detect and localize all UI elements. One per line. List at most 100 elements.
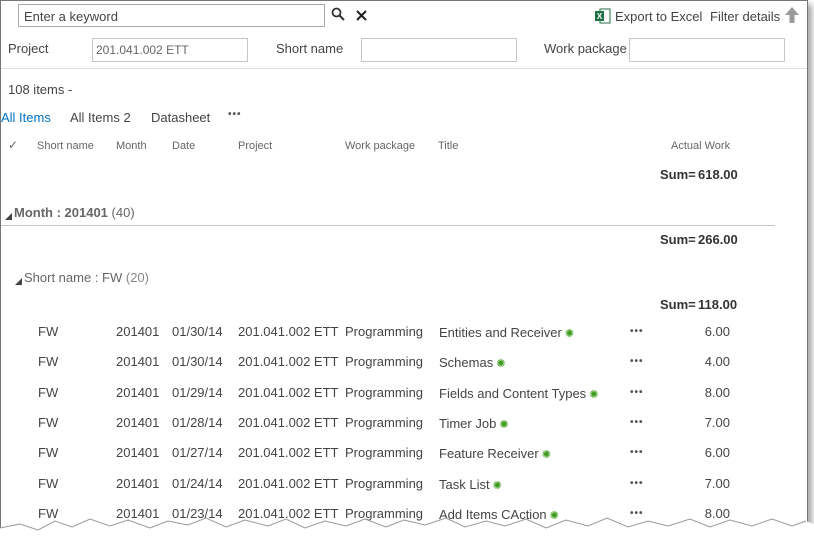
column-header-workpackage[interactable]: Work package	[345, 140, 415, 152]
row-project-cell: 201.041.002 ETT	[238, 324, 339, 339]
row-month-cell: 201401	[116, 445, 160, 460]
column-header-date[interactable]: Date	[172, 140, 195, 152]
month-group-header[interactable]: Month : 201401 (40)	[14, 205, 135, 220]
new-item-icon: ✺	[564, 328, 575, 340]
workpackage-filter-label: Work package	[544, 41, 627, 56]
view-all-items[interactable]: All Items	[1, 110, 51, 125]
row-actual-work-cell: 7.00	[704, 476, 730, 491]
select-all-check-icon[interactable]: ✓	[8, 138, 18, 152]
shortname-group-header[interactable]: Short name : FW (20)	[24, 270, 149, 285]
month-sum-value: 266.00	[698, 232, 738, 247]
new-item-icon: ✺	[492, 480, 502, 492]
row-title-link[interactable]: Fields and Content Types ✺	[439, 386, 598, 401]
row-workpackage-cell: Programming	[345, 445, 424, 460]
app-window: Enter a keyword X Export to Excel Filter…	[0, 0, 808, 539]
row-date-cell: 01/23/14	[172, 506, 223, 521]
row-project-cell: 201.041.002 ETT	[238, 385, 339, 400]
item-count: 108 items -	[8, 82, 73, 97]
row-title-link[interactable]: Add Items CAction ✺	[439, 507, 559, 522]
project-filter-label: Project	[8, 41, 49, 56]
month-group-label: Month : 201401	[14, 205, 108, 220]
row-title-link[interactable]: Timer Job ✺	[439, 416, 509, 431]
arrow-up-icon[interactable]	[784, 6, 800, 27]
row-shortname-cell: FW	[38, 324, 59, 339]
excel-icon[interactable]: X	[595, 8, 611, 27]
month-group-count: (40)	[111, 205, 135, 220]
row-date-cell: 01/30/14	[172, 354, 223, 369]
more-views-button[interactable]: •••	[228, 109, 242, 120]
svg-text:X: X	[597, 12, 603, 21]
row-shortname-cell: FW	[38, 445, 59, 460]
column-header-actual-work[interactable]: Actual Work	[671, 140, 730, 152]
total-sum-label: Sum=	[660, 167, 696, 182]
row-workpackage-cell: Programming	[345, 506, 424, 521]
column-header-month[interactable]: Month	[116, 140, 147, 152]
row-date-cell: 01/28/14	[172, 415, 223, 430]
row-more-options-button[interactable]: •••	[630, 508, 644, 519]
row-month-cell: 201401	[116, 415, 160, 430]
row-actual-work-cell: 8.00	[704, 506, 730, 521]
row-title-text: Timer Job	[439, 416, 497, 431]
collapse-triangle-icon[interactable]	[15, 273, 22, 288]
row-project-cell: 201.041.002 ETT	[238, 445, 339, 460]
row-title-text: Schemas	[439, 355, 494, 370]
row-shortname-cell: FW	[38, 385, 59, 400]
row-actual-work-cell: 6.00	[704, 445, 730, 460]
row-more-options-button[interactable]: •••	[630, 447, 644, 458]
row-actual-work-cell: 7.00	[704, 415, 730, 430]
export-to-excel-link[interactable]: Export to Excel	[615, 9, 702, 24]
new-item-icon: ✺	[549, 510, 559, 522]
row-workpackage-cell: Programming	[345, 354, 424, 369]
row-project-cell: 201.041.002 ETT	[238, 476, 339, 491]
new-item-icon: ✺	[496, 358, 506, 370]
row-date-cell: 01/29/14	[172, 385, 223, 400]
row-date-cell: 01/27/14	[172, 445, 223, 460]
row-actual-work-cell: 6.00	[704, 324, 730, 339]
view-all-items-2[interactable]: All Items 2	[70, 110, 131, 125]
row-title-link[interactable]: Entities and Receiver ✺	[439, 325, 574, 340]
row-title-text: Add Items CAction	[439, 507, 547, 522]
view-datasheet[interactable]: Datasheet	[151, 110, 210, 125]
row-more-options-button[interactable]: •••	[630, 417, 644, 428]
row-project-cell: 201.041.002 ETT	[238, 506, 339, 521]
row-workpackage-cell: Programming	[345, 415, 424, 430]
row-month-cell: 201401	[116, 506, 160, 521]
row-shortname-cell: FW	[38, 415, 59, 430]
row-more-options-button[interactable]: •••	[630, 387, 644, 398]
row-title-link[interactable]: Task List ✺	[439, 477, 502, 492]
row-more-options-button[interactable]: •••	[630, 356, 644, 367]
filter-details-link[interactable]: Filter details	[710, 9, 780, 24]
new-item-icon: ✺	[541, 449, 551, 461]
shortname-filter-input[interactable]	[361, 38, 517, 62]
row-month-cell: 201401	[116, 385, 160, 400]
clear-icon[interactable]	[356, 8, 367, 24]
row-title-text: Fields and Content Types	[439, 386, 587, 401]
row-actual-work-cell: 8.00	[704, 385, 730, 400]
total-sum-value: 618.00	[698, 167, 738, 182]
month-sum-label: Sum=	[660, 232, 696, 247]
row-title-link[interactable]: Schemas ✺	[439, 355, 505, 370]
workpackage-filter-input[interactable]	[629, 38, 785, 62]
shortname-filter-label: Short name	[276, 41, 344, 56]
shortname-sum-label: Sum=	[660, 297, 696, 312]
search-input[interactable]: Enter a keyword	[18, 4, 325, 27]
new-item-icon: ✺	[499, 419, 509, 431]
row-month-cell: 201401	[116, 476, 160, 491]
row-shortname-cell: FW	[38, 476, 59, 491]
row-title-link[interactable]: Feature Receiver ✺	[439, 446, 551, 461]
column-header-title[interactable]: Title	[438, 140, 458, 152]
column-header-project[interactable]: Project	[238, 140, 272, 152]
shortname-sum-value: 118.00	[698, 297, 738, 312]
project-filter-input[interactable]: 201.041.002 ETT	[92, 38, 248, 62]
row-project-cell: 201.041.002 ETT	[238, 415, 339, 430]
row-date-cell: 01/30/14	[172, 324, 223, 339]
column-header-shortname[interactable]: Short name	[37, 140, 94, 152]
collapse-triangle-icon[interactable]	[5, 208, 12, 223]
row-actual-work-cell: 4.00	[704, 354, 730, 369]
new-item-icon: ✺	[589, 389, 599, 401]
row-more-options-button[interactable]: •••	[630, 326, 644, 337]
row-title-text: Feature Receiver	[439, 446, 539, 461]
row-more-options-button[interactable]: •••	[630, 478, 644, 489]
row-shortname-cell: FW	[38, 506, 59, 521]
search-icon[interactable]	[331, 7, 345, 24]
